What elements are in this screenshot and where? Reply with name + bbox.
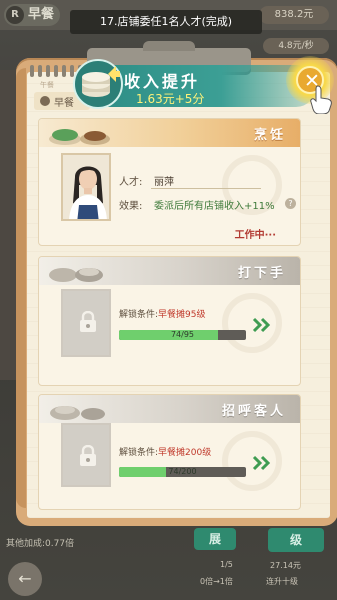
slot-card-helper: 打下手 解锁条件:早餐摊95级 74/95 — [38, 256, 301, 386]
corner-label: 午餐 — [40, 81, 54, 89]
stat-count: 1/5 — [220, 560, 233, 569]
income-title: 收入提升 — [124, 72, 201, 91]
income-rate: 4.8元/秒 — [263, 38, 329, 54]
bottom-game-ui: 其他加成:0.77倍 ← 展 级 1/5 27.14元 0倍→1倍 连升十级 — [0, 526, 337, 600]
pointer-hand-icon — [310, 85, 332, 114]
stat-cost: 27.14元 — [270, 561, 301, 570]
shop-name-label: 早餐 — [28, 7, 55, 22]
stat-multiplier: 0倍→1倍 — [200, 577, 233, 586]
working-status: 工作中··· — [234, 230, 276, 241]
slot-title: 打下手 — [237, 266, 286, 281]
slot-card-cooking: 烹饪 人才: 丽萍 效果: 委派后所有店铺收入+11% ? 工作中··· — [38, 118, 301, 246]
slot-header: 打下手 — [39, 257, 300, 285]
name-underline — [151, 188, 261, 189]
unlock-progress-bar: 74/200 — [119, 467, 246, 477]
double-chevron-right-icon[interactable] — [252, 455, 272, 471]
effect-value: 委派后所有店铺收入+11% — [154, 201, 275, 212]
slot-card-greeter: 招呼客人 解锁条件:早餐摊200级 74/200 — [38, 394, 301, 510]
talent-name: 丽萍 — [154, 177, 174, 188]
money-counter: 838.2元 — [259, 6, 329, 24]
woman-avatar-icon — [63, 155, 109, 219]
lock-icon — [80, 311, 96, 332]
slot-header: 招呼客人 — [39, 395, 300, 423]
unlock-label: 解锁条件: — [119, 310, 159, 320]
shop-circle-icon: R — [6, 6, 24, 24]
shop-tab-label: 早餐 — [54, 98, 74, 109]
locked-portrait — [61, 289, 111, 357]
slot-title: 烹饪 — [253, 128, 286, 143]
unlock-label: 解锁条件: — [119, 448, 159, 458]
info-icon[interactable]: ? — [285, 198, 296, 209]
talent-label: 人才: — [119, 177, 143, 188]
unlock-progress-bar: 74/95 — [119, 330, 246, 340]
upgrade-button[interactable]: 级 — [268, 528, 324, 552]
effect-label: 效果: — [119, 201, 143, 212]
other-bonus-text: 其他加成:0.77倍 — [6, 539, 75, 549]
stat-level-up: 连升十级 — [266, 577, 298, 586]
talent-portrait[interactable] — [61, 153, 111, 221]
expand-button[interactable]: 展 — [194, 528, 236, 550]
double-chevron-right-icon[interactable] — [252, 317, 272, 333]
coin-stack-icon — [73, 59, 123, 109]
progress-text: 74/95 — [170, 330, 195, 339]
food-illustration — [49, 129, 110, 145]
income-value: 1.63元+5分 — [136, 92, 205, 106]
pots-illustration — [50, 406, 105, 420]
slot-header: 烹饪 — [39, 119, 300, 147]
locked-portrait — [61, 423, 111, 487]
unlock-requirement: 早餐摊200级 — [158, 448, 212, 458]
slot-title: 招呼客人 — [221, 404, 286, 419]
pots-illustration — [49, 268, 103, 282]
task-complete-banner: 17.店铺委任1名人才(完成) — [70, 10, 262, 34]
lock-icon — [80, 445, 96, 466]
back-button[interactable]: ← — [8, 562, 42, 596]
person-icon — [40, 96, 50, 106]
unlock-condition: 解锁条件:早餐摊200级 — [119, 445, 211, 458]
progress-text: 74/200 — [168, 467, 197, 476]
unlock-requirement: 早餐摊95级 — [158, 310, 206, 320]
unlock-condition: 解锁条件:早餐摊95级 — [119, 307, 206, 320]
shop-name-tag: R 早餐 — [4, 4, 61, 26]
